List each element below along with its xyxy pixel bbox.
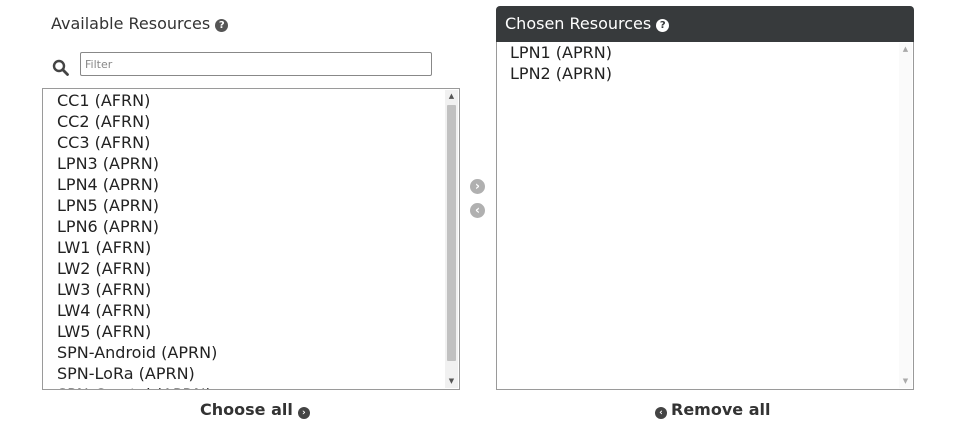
list-item[interactable]: LPN5 (APRN) xyxy=(57,195,443,216)
available-title: Available Resources? xyxy=(51,14,229,33)
list-item[interactable]: LPN4 (APRN) xyxy=(57,174,443,195)
list-item[interactable]: SPN-Android (APRN) xyxy=(57,342,443,363)
move-left-button[interactable]: ‹ xyxy=(470,203,485,218)
list-item[interactable]: SPN-LoRa (APRN) xyxy=(57,363,443,384)
chosen-title: Chosen Resources xyxy=(505,14,652,33)
available-listbox[interactable]: CC1 (AFRN) CC2 (AFRN) CC3 (AFRN) LPN3 (APRN… xyxy=(42,88,460,390)
list-item[interactable]: LW3 (AFRN) xyxy=(57,279,443,300)
chevron-right-icon: › xyxy=(297,407,310,419)
help-icon[interactable]: ? xyxy=(656,19,670,32)
remove-all-button[interactable]: ‹ Remove all xyxy=(655,400,770,419)
available-title-label: Available Resources xyxy=(51,14,211,33)
list-item[interactable]: CC1 (AFRN) xyxy=(57,90,443,111)
help-icon[interactable]: ? xyxy=(215,19,229,32)
scroll-up-arrow-icon[interactable]: ▲ xyxy=(445,90,458,103)
list-item[interactable]: LPN3 (APRN) xyxy=(57,153,443,174)
list-item[interactable]: CC2 (AFRN) xyxy=(57,111,443,132)
list-item[interactable]: SPN-Crystal (APRN) xyxy=(57,384,443,389)
scroll-down-arrow-icon[interactable]: ▼ xyxy=(899,375,912,388)
move-right-button[interactable]: › xyxy=(470,179,485,194)
choose-all-button[interactable]: Choose all › xyxy=(200,400,310,419)
scroll-down-arrow-icon[interactable]: ▼ xyxy=(445,375,458,388)
list-item[interactable]: LW5 (AFRN) xyxy=(57,321,443,342)
list-item[interactable]: LW2 (AFRN) xyxy=(57,258,443,279)
chosen-scrollbar[interactable]: ▲ ▼ xyxy=(899,43,912,388)
circle-arrow-left-icon: ‹ xyxy=(475,203,480,217)
list-item[interactable]: LPN1 (APRN) xyxy=(510,42,897,63)
circle-arrow-right-icon: › xyxy=(475,179,480,193)
available-scrollbar[interactable]: ▲ ▼ xyxy=(445,90,458,388)
remove-all-label: Remove all xyxy=(671,400,771,419)
list-item[interactable]: LPN2 (APRN) xyxy=(510,63,897,84)
list-item[interactable]: LPN6 (APRN) xyxy=(57,216,443,237)
scroll-thumb[interactable] xyxy=(447,105,456,361)
chosen-list: LPN1 (APRN) LPN2 (APRN) xyxy=(510,42,897,84)
scroll-up-arrow-icon[interactable]: ▲ xyxy=(899,43,912,56)
available-list: CC1 (AFRN) CC2 (AFRN) CC3 (AFRN) LPN3 (APRN… xyxy=(57,90,443,389)
list-item[interactable]: CC3 (AFRN) xyxy=(57,132,443,153)
list-item[interactable]: LW1 (AFRN) xyxy=(57,237,443,258)
chosen-listbox[interactable]: LPN1 (APRN) LPN2 (APRN) ▲ ▼ xyxy=(496,42,914,390)
list-item[interactable]: LW4 (AFRN) xyxy=(57,300,443,321)
chevron-left-icon: ‹ xyxy=(655,407,667,419)
search-icon xyxy=(52,59,69,76)
choose-all-label: Choose all xyxy=(200,400,293,419)
filter-input[interactable] xyxy=(80,52,432,76)
chosen-header: Chosen Resources? xyxy=(496,6,914,42)
